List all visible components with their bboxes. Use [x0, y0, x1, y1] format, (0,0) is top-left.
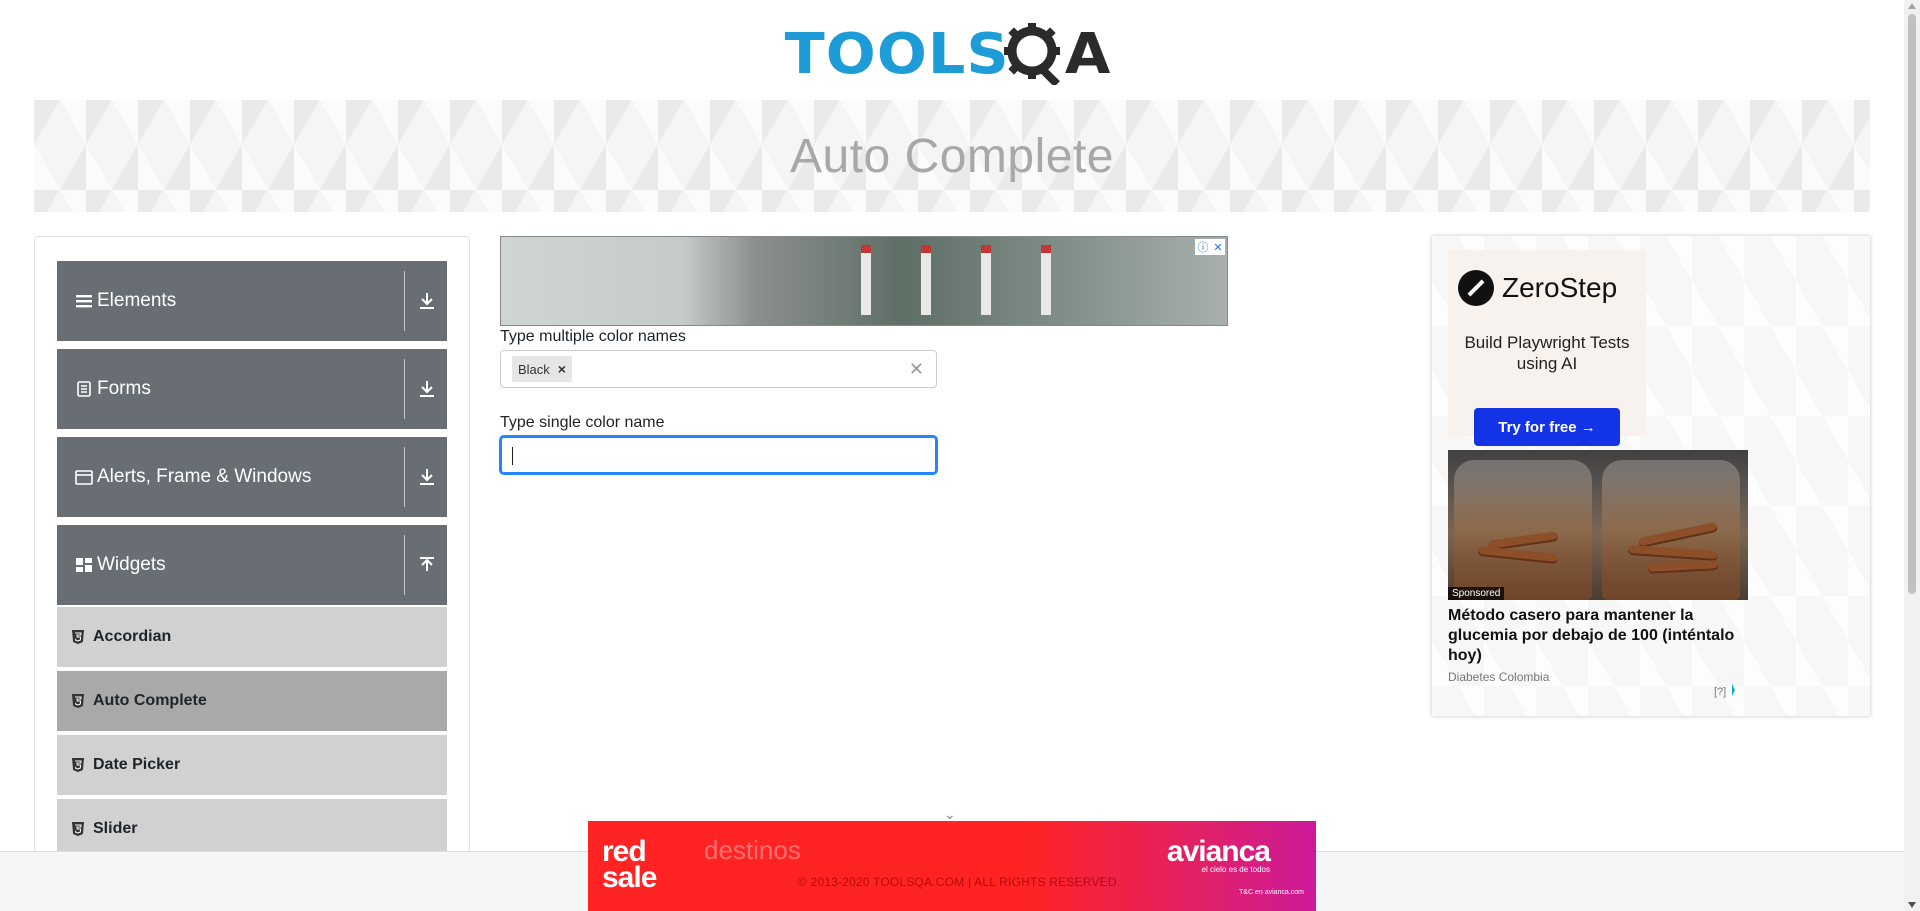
jar-shape [1602, 460, 1740, 600]
sidebar-group-alerts[interactable]: Alerts, Frame & Windows [57, 437, 447, 517]
ad-image-detail [1041, 245, 1051, 315]
menu-icon [76, 295, 92, 308]
download-arrow-icon [420, 293, 434, 309]
sidebar-item-label: Slider [93, 820, 138, 837]
sidebar-group-forms[interactable]: Forms [57, 349, 447, 429]
avianca-terms: T&C en avianca.com [1239, 889, 1304, 896]
ad-choices-close[interactable]: ⓘ ✕ [1195, 239, 1225, 255]
sidebar-group-label: Forms [97, 378, 151, 399]
zerostep-tagline: Build Playwright Tests using AI [1464, 333, 1630, 373]
single-color-label: Type single color name [500, 414, 665, 431]
download-arrow-icon [420, 469, 434, 485]
page: TOOLS A Auto Complete Elements Forms Ale… [0, 0, 1920, 911]
avianca-logo: avianca [1166, 835, 1271, 868]
sidebar-group-label: Widgets [97, 554, 166, 575]
gear-magnifier-icon [1004, 23, 1061, 85]
multi-color-label: Type multiple color names [500, 328, 686, 345]
sidebar-item-date-picker[interactable]: Date Picker [57, 733, 447, 795]
window-icon [75, 470, 93, 485]
zerostep-brand-name: ZeroStep [1502, 272, 1618, 303]
sponsored-image[interactable]: Sponsored [1448, 450, 1748, 600]
html5-icon [72, 630, 84, 644]
page-banner: Auto Complete [34, 100, 1870, 212]
divider [404, 359, 405, 419]
zerostep-brand: ZeroStep [1458, 270, 1617, 306]
sidebar-group-label: Alerts, Frame & Windows [97, 466, 312, 487]
html5-icon [72, 694, 84, 708]
upload-arrow-icon [420, 557, 434, 571]
ad-image-detail [861, 245, 871, 315]
bottom-banner-ad[interactable]: red sale destinos © 2013-2020 TOOLSQA.CO… [588, 821, 1316, 911]
sidebar-item-auto-complete[interactable]: Auto Complete [57, 669, 447, 731]
grid-icon [76, 558, 92, 572]
page-scrollbar[interactable] [1904, 0, 1920, 911]
divider [404, 271, 405, 331]
adchoices-icon[interactable] [1732, 684, 1744, 696]
sidebar-group-widgets[interactable]: Widgets [57, 525, 447, 605]
info-icon[interactable]: ⓘ [1197, 239, 1208, 255]
try-for-free-button[interactable]: Try for free → [1474, 408, 1620, 446]
avianca-slogan: el cielo es de todos [1201, 865, 1271, 874]
ad-info-link[interactable]: [?] [1714, 686, 1726, 698]
sidebar-item-label: Accordian [93, 628, 172, 645]
sidebar-item-label: Auto Complete [93, 692, 207, 709]
jar-shape [1454, 460, 1592, 600]
sidebar-group-label: Elements [97, 290, 177, 311]
clear-all-icon[interactable]: ✕ [909, 359, 924, 380]
zerostep-ad[interactable]: ZeroStep Build Playwright Tests using AI… [1448, 250, 1646, 446]
zerostep-logo-icon [1458, 270, 1494, 306]
right-sidebar-ad[interactable]: ZeroStep Build Playwright Tests using AI… [1432, 236, 1870, 716]
sponsored-badge: Sponsored [1448, 587, 1505, 600]
footer-copyright: © 2013-2020 TOOLSQA.COM | ALL RIGHTS RES… [798, 875, 1121, 889]
toolsqa-logo[interactable]: TOOLS A [785, 14, 1120, 94]
download-arrow-icon [420, 381, 434, 397]
ad-image-detail [981, 245, 991, 315]
ad-image-detail [921, 245, 931, 315]
top-banner-ad[interactable]: ⓘ ✕ [500, 236, 1228, 326]
sidebar-item-label: Date Picker [93, 756, 181, 773]
scroll-thumb[interactable] [1908, 14, 1916, 594]
destinos-text: destinos [704, 835, 801, 865]
html5-icon [72, 758, 84, 772]
chip-remove-icon[interactable]: × [558, 361, 566, 377]
redsale-sale: sale [602, 861, 657, 894]
scroll-up-arrow-icon[interactable] [1908, 3, 1916, 9]
scroll-down-arrow-icon[interactable] [1908, 902, 1916, 908]
logo-text-qa: A [1065, 21, 1112, 87]
html5-icon [72, 822, 84, 836]
divider [404, 535, 405, 595]
logo-text-tools: TOOLS [784, 21, 1010, 87]
close-icon[interactable]: ✕ [1213, 241, 1222, 254]
redsale-logo: red sale [602, 837, 657, 894]
sponsored-source[interactable]: Diabetes Colombia [1448, 670, 1549, 684]
document-icon [77, 381, 91, 397]
sidebar-group-elements[interactable]: Elements [57, 261, 447, 341]
divider [404, 447, 405, 507]
text-caret [512, 447, 513, 465]
chip-label: Black [518, 361, 550, 377]
sidebar-item-accordian[interactable]: Accordian [57, 605, 447, 667]
multi-color-input[interactable]: Black × ✕ [500, 350, 937, 388]
sponsored-title[interactable]: Método casero para mantener la glucemia … [1448, 606, 1748, 666]
sidebar-item-slider[interactable]: Slider [57, 797, 447, 859]
color-chip: Black × [512, 356, 572, 382]
sidebar: Elements Forms Alerts, Frame & Windows W… [34, 236, 470, 911]
page-title: Auto Complete [789, 129, 1114, 183]
single-color-input[interactable] [500, 436, 937, 474]
